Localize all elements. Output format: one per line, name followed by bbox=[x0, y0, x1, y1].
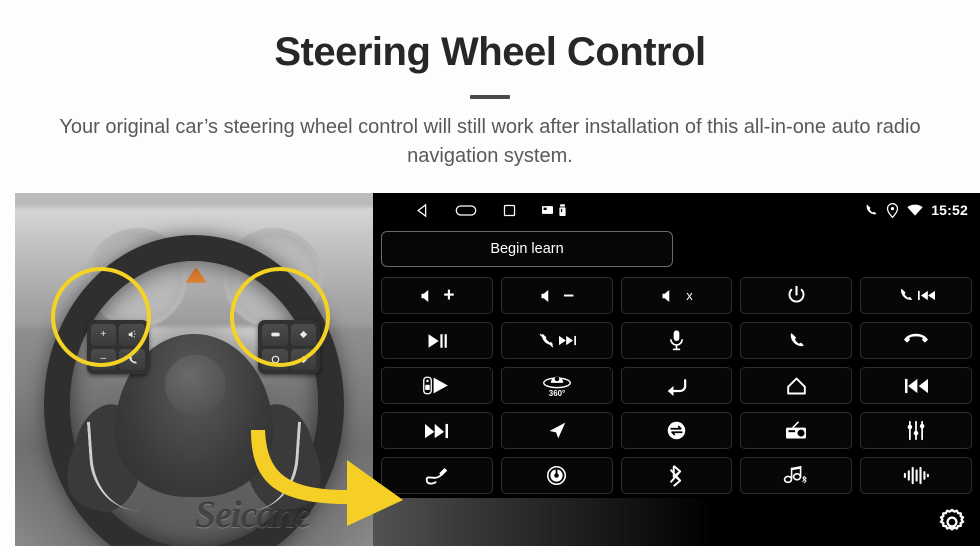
usb-icon bbox=[559, 203, 566, 217]
location-icon bbox=[886, 202, 899, 218]
voice-command-button[interactable] bbox=[620, 322, 733, 359]
play-pause-icon bbox=[428, 333, 447, 348]
content-composite: + – Seicane 15:52 Begin learn + – x 360° bbox=[15, 193, 980, 546]
highlight-circle-left bbox=[50, 267, 151, 368]
next-track-icon bbox=[425, 423, 449, 438]
car-speaker-icon bbox=[423, 376, 450, 395]
navigation-button[interactable] bbox=[500, 412, 613, 449]
status-clock: 15:52 bbox=[931, 202, 968, 218]
bluetooth-music-button[interactable] bbox=[740, 457, 853, 494]
equalizer-button[interactable] bbox=[860, 412, 972, 449]
dial-knob-button[interactable] bbox=[500, 457, 613, 494]
hangup-next-button[interactable] bbox=[500, 322, 613, 359]
swap-circle-icon bbox=[667, 421, 686, 440]
gear-icon bbox=[939, 508, 965, 531]
back-icon[interactable] bbox=[415, 203, 430, 218]
sound-wave-icon bbox=[903, 466, 930, 485]
header: Steering Wheel Control Your original car… bbox=[0, 0, 980, 171]
status-bar: 15:52 bbox=[373, 193, 980, 227]
call-previous-button[interactable] bbox=[860, 277, 972, 314]
page-root: Steering Wheel Control Your original car… bbox=[0, 0, 980, 546]
hangup-next-track-icon bbox=[538, 332, 576, 349]
mute-button[interactable]: x bbox=[620, 277, 733, 314]
status-indicators bbox=[542, 203, 566, 217]
phone-hangup-icon bbox=[904, 333, 929, 343]
volume-down-button[interactable]: – bbox=[500, 277, 613, 314]
bluetooth-button[interactable] bbox=[620, 457, 733, 494]
previous-track-button[interactable] bbox=[860, 367, 972, 404]
power-icon bbox=[788, 285, 805, 303]
settings-button[interactable] bbox=[932, 502, 972, 542]
volume-mute-icon: x bbox=[660, 287, 693, 305]
highlight-circle-right bbox=[229, 267, 330, 368]
volume-minus-icon: – bbox=[539, 286, 574, 305]
title-divider bbox=[470, 95, 510, 99]
volume-plus-icon: + bbox=[419, 286, 454, 305]
bottom-gradient bbox=[373, 498, 713, 546]
power-button[interactable] bbox=[740, 277, 853, 314]
home-button[interactable] bbox=[740, 367, 853, 404]
sound-wave-button[interactable] bbox=[860, 457, 972, 494]
wifi-icon bbox=[907, 204, 923, 217]
home-icon bbox=[786, 377, 806, 394]
dial-knob-icon bbox=[547, 465, 567, 486]
phone-previous-track-icon bbox=[897, 287, 936, 304]
learn-button-wrap: Begin learn bbox=[373, 227, 980, 273]
mode-switch-button[interactable] bbox=[620, 412, 733, 449]
radio-icon bbox=[786, 420, 807, 438]
cable-plug-icon bbox=[426, 467, 448, 485]
sd-card-icon bbox=[542, 205, 553, 215]
radio-button[interactable] bbox=[740, 412, 853, 449]
status-bar-right: 15:52 bbox=[863, 202, 968, 218]
phone-icon bbox=[863, 203, 878, 218]
phone-icon bbox=[791, 332, 805, 346]
parking-sensor-button[interactable] bbox=[381, 367, 493, 404]
play-pause-button[interactable] bbox=[381, 322, 493, 359]
camera-360-button[interactable]: 360° bbox=[500, 367, 613, 404]
page-subtitle: Your original car’s steering wheel contr… bbox=[59, 116, 921, 167]
status-bar-nav bbox=[415, 203, 566, 218]
page-title: Steering Wheel Control bbox=[274, 30, 706, 74]
begin-learn-button[interactable]: Begin learn bbox=[381, 231, 673, 267]
microphone-icon bbox=[670, 330, 683, 351]
camera-360-icon: 360° bbox=[542, 376, 571, 398]
bluetooth-icon bbox=[669, 464, 682, 487]
music-bluetooth-icon bbox=[784, 465, 807, 484]
end-call-button[interactable] bbox=[860, 322, 972, 359]
back-arrow-icon bbox=[668, 378, 687, 396]
answer-call-button[interactable] bbox=[740, 322, 853, 359]
back-button[interactable] bbox=[620, 367, 733, 404]
home-icon[interactable] bbox=[455, 203, 477, 218]
volume-up-button[interactable]: + bbox=[381, 277, 493, 314]
equalizer-sliders-icon bbox=[907, 420, 925, 441]
pointer-arrow bbox=[251, 430, 403, 526]
previous-track-icon bbox=[904, 378, 928, 393]
svg-text:360°: 360° bbox=[548, 389, 564, 398]
recents-icon[interactable] bbox=[502, 203, 517, 218]
navigation-arrow-icon bbox=[549, 422, 566, 439]
function-button-grid: + – x 360° bbox=[373, 273, 980, 494]
android-head-unit-panel: 15:52 Begin learn + – x 360° bbox=[373, 193, 980, 546]
